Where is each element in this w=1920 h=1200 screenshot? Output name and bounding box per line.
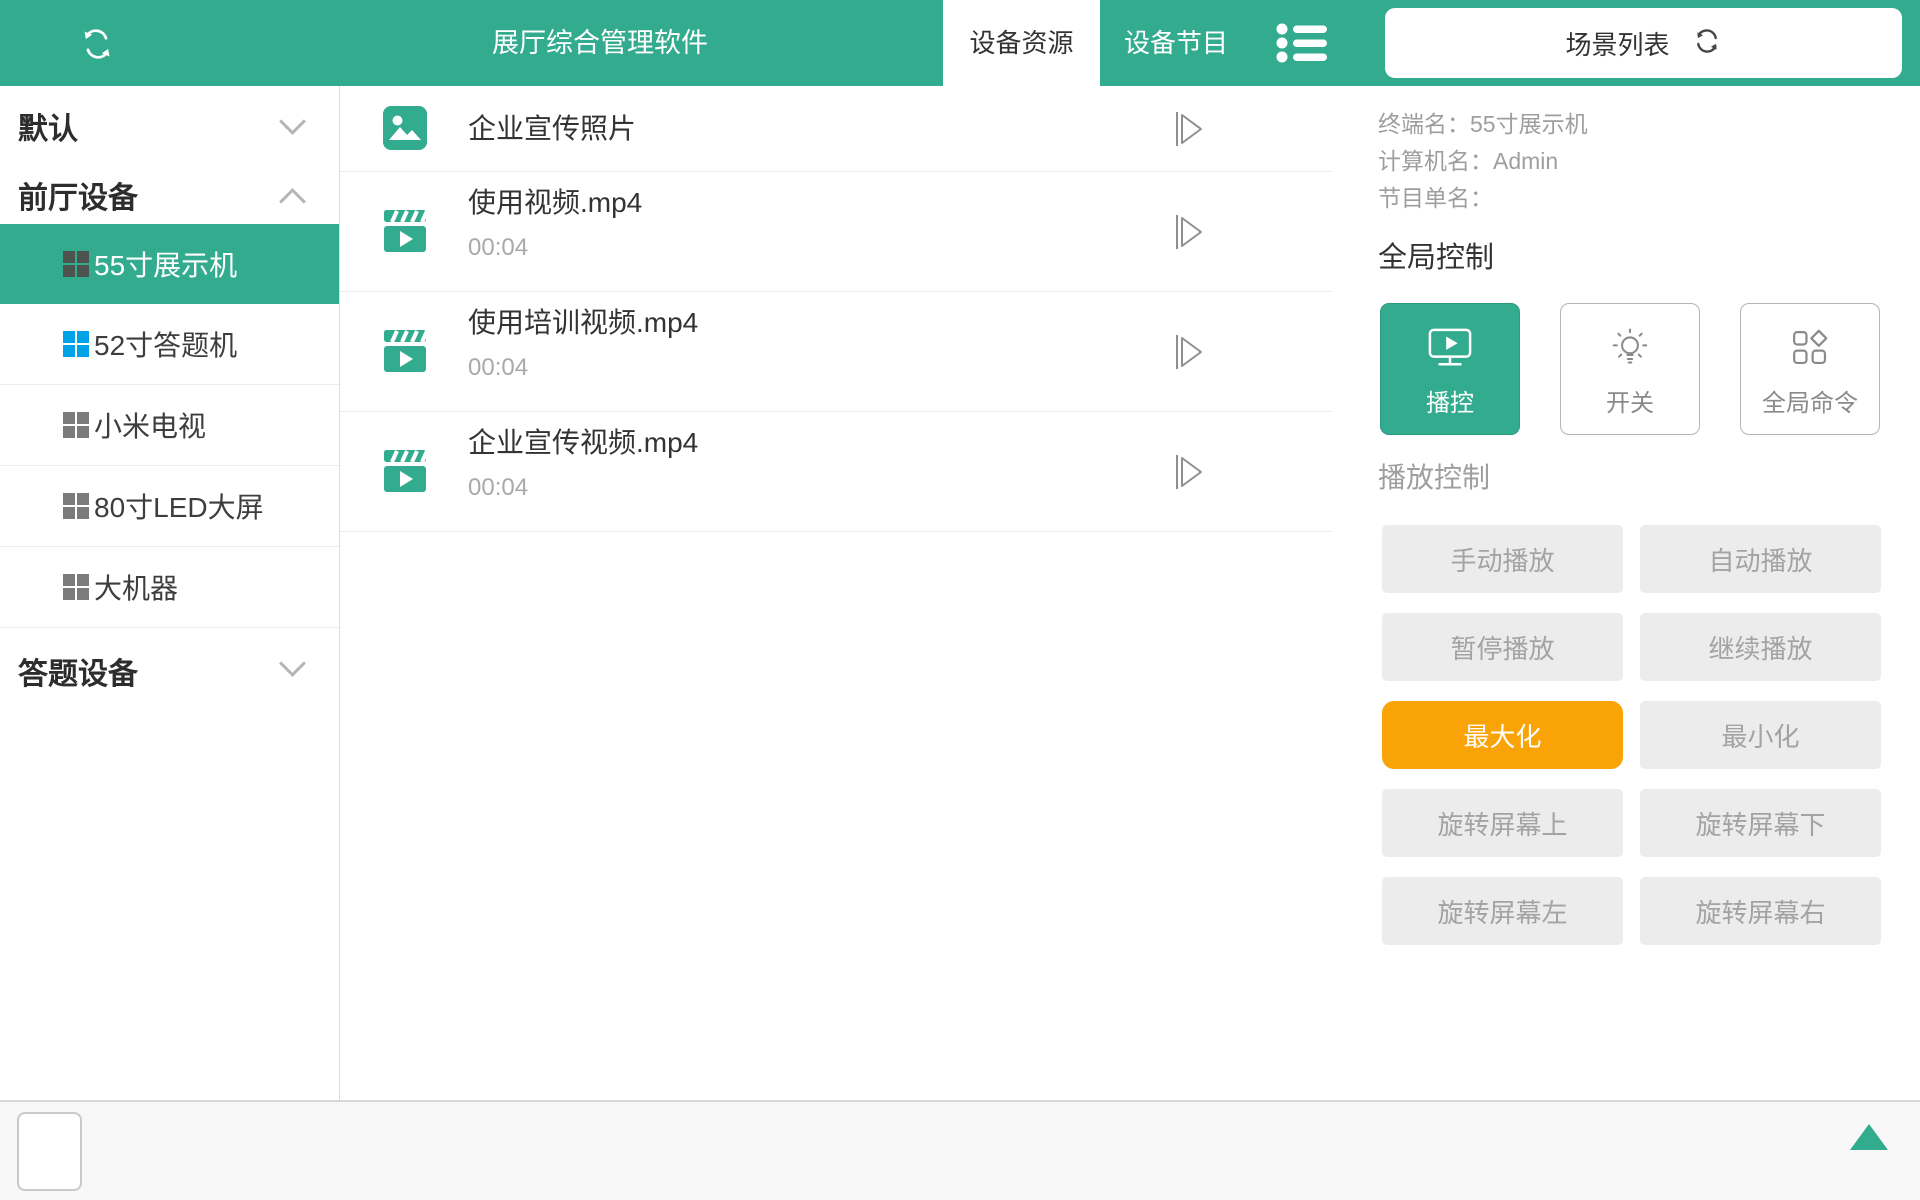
tab-device-resources[interactable]: 设备资源 (943, 0, 1100, 86)
device-label: 52寸答题机 (94, 324, 237, 364)
terminal-name: 终端名：55寸展示机 (1378, 106, 1588, 143)
media-name: 使用视频.mp4 (468, 186, 642, 220)
monitor-play-icon (1426, 326, 1474, 375)
media-duration: 00:04 (468, 474, 528, 502)
refresh-icon[interactable] (78, 25, 116, 63)
group-label: 前厅设备 (18, 173, 138, 217)
playback-button[interactable]: 手动播放 (1382, 525, 1623, 593)
sidebar-device-item[interactable]: 52寸答题机 (0, 304, 339, 385)
sidebar-device-item[interactable]: 80寸LED大屏 (0, 466, 339, 547)
media-row: 企业宣传照片 (340, 86, 1333, 172)
command-grid-icon (1786, 326, 1834, 375)
sidebar: 默认前厅设备 55寸展示机 52寸答题机小米电视 80寸LED大屏大机器答题设备 (0, 86, 340, 1100)
video-file-icon (383, 449, 427, 493)
play-button[interactable] (1172, 333, 1206, 371)
sidebar-group-header[interactable]: 默认 (0, 86, 339, 166)
play-button[interactable] (1172, 453, 1206, 491)
sidebar-device-item[interactable]: 小米电视 (0, 385, 339, 466)
playback-button[interactable]: 自动播放 (1640, 525, 1881, 593)
scene-list-button[interactable]: 场景列表 (1385, 8, 1902, 78)
list-menu-icon[interactable] (1275, 21, 1329, 65)
playback-button[interactable]: 暂停播放 (1382, 613, 1623, 681)
sidebar-device-item[interactable]: 55寸展示机 (0, 224, 339, 304)
computer-name: 计算机名：Admin (1378, 143, 1588, 180)
control-panel: 终端名：55寸展示机 计算机名：Admin 节目单名： 全局控制 播控 (1333, 86, 1920, 1100)
sidebar-groups: 默认前厅设备 55寸展示机 52寸答题机小米电视 80寸LED大屏大机器答题设备 (0, 86, 339, 714)
mode-label: 全局命令 (1762, 383, 1858, 418)
top-bar: 展厅综合管理软件 设备资源 设备节目 场景列表 (0, 0, 1920, 86)
group-label: 默认 (18, 104, 78, 148)
device-label: 大机器 (94, 567, 178, 607)
device-label: 小米电视 (94, 405, 206, 445)
sidebar-group-header[interactable]: 答题设备 (0, 628, 339, 714)
expand-panel-triangle-icon[interactable] (1850, 1124, 1888, 1150)
light-bulb-icon (1606, 326, 1654, 375)
media-duration: 00:04 (468, 354, 528, 382)
playback-button[interactable]: 旋转屏幕左 (1382, 877, 1623, 945)
windows-logo-icon (63, 412, 89, 438)
preview-thumbnail[interactable] (17, 1112, 82, 1191)
playlist-name: 节目单名： (1378, 180, 1588, 217)
play-button[interactable] (1172, 110, 1206, 148)
media-row: 企业宣传视频.mp4 00:04 (340, 412, 1333, 532)
playback-button[interactable]: 旋转屏幕下 (1640, 789, 1881, 857)
group-label: 答题设备 (18, 649, 138, 693)
global-command-mode-button[interactable]: 全局命令 (1740, 303, 1880, 435)
scene-list-label: 场景列表 (1565, 25, 1669, 62)
media-list: 企业宣传照片使用视频.mp400:04使用培训视频.mp400:04企业宣传视频… (340, 86, 1333, 532)
chevron-down-icon (279, 650, 306, 677)
device-label: 80寸LED大屏 (94, 486, 264, 526)
windows-logo-icon (63, 331, 89, 357)
exhibition-management-app: 展厅综合管理软件 设备资源 设备节目 场景列表 (0, 0, 1920, 1200)
global-control-title: 全局控制 (1378, 241, 1494, 275)
media-name: 使用培训视频.mp4 (468, 306, 698, 340)
playback-button[interactable]: 最大化 (1382, 701, 1623, 769)
play-button[interactable] (1172, 213, 1206, 251)
media-name: 企业宣传视频.mp4 (468, 426, 698, 460)
mode-label: 开关 (1606, 383, 1654, 418)
video-file-icon (383, 209, 427, 253)
playback-control-title: 播放控制 (1378, 461, 1490, 495)
tab-device-programs[interactable]: 设备节目 (1100, 0, 1252, 86)
media-name: 企业宣传照片 (468, 86, 636, 171)
playback-button[interactable]: 旋转屏幕上 (1382, 789, 1623, 857)
playback-button[interactable]: 最小化 (1640, 701, 1881, 769)
scene-refresh-icon[interactable] (1692, 26, 1722, 61)
playback-button[interactable]: 继续播放 (1640, 613, 1881, 681)
sidebar-device-item[interactable]: 大机器 (0, 547, 339, 628)
windows-logo-icon (63, 574, 89, 600)
windows-logo-icon (63, 493, 89, 519)
chevron-down-icon (279, 108, 306, 135)
media-row: 使用视频.mp4 00:04 (340, 172, 1333, 292)
sidebar-group-header[interactable]: 前厅设备 (0, 166, 339, 224)
media-duration: 00:04 (468, 234, 528, 262)
media-row: 使用培训视频.mp4 00:04 (340, 292, 1333, 412)
playback-button[interactable]: 旋转屏幕右 (1640, 877, 1881, 945)
mode-label: 播控 (1426, 383, 1474, 418)
bottom-bar (0, 1100, 1920, 1200)
chevron-up-icon (279, 188, 306, 215)
video-file-icon (383, 329, 427, 373)
power-switch-mode-button[interactable]: 开关 (1560, 303, 1700, 435)
windows-logo-icon (63, 251, 89, 277)
terminal-info: 终端名：55寸展示机 计算机名：Admin 节目单名： (1378, 106, 1588, 217)
image-file-icon (383, 106, 427, 150)
play-control-mode-button[interactable]: 播控 (1380, 303, 1520, 435)
device-label: 55寸展示机 (94, 244, 237, 284)
